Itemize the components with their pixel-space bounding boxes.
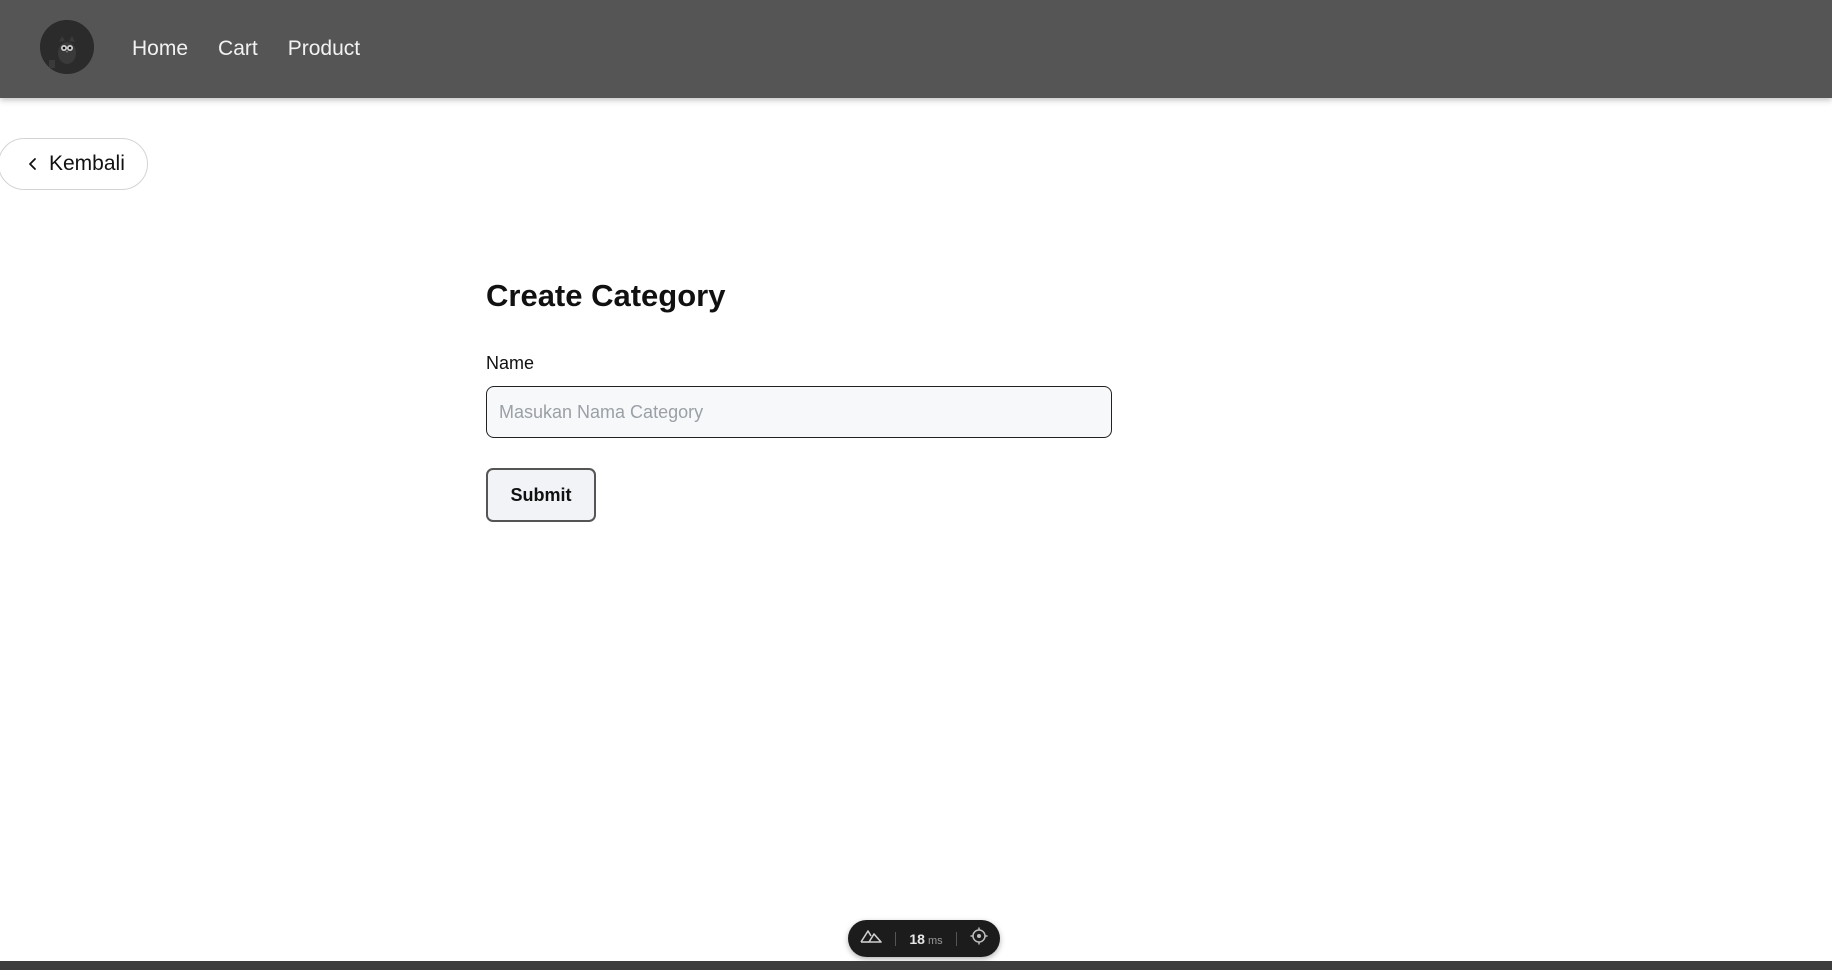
navbar: Home Cart Product	[0, 0, 1832, 98]
crosshair-icon[interactable]	[970, 927, 988, 950]
owl-logo-graphic	[40, 20, 94, 74]
timing-value: 18	[909, 930, 925, 947]
create-category-form: Create Category Name Submit	[486, 276, 1112, 522]
back-button-label: Kembali	[49, 152, 125, 175]
back-button[interactable]: Kembali	[0, 138, 148, 190]
devtools-toolbar: 18 ms	[848, 920, 1000, 957]
nav-link-cart[interactable]: Cart	[218, 37, 258, 61]
page-title: Create Category	[486, 278, 726, 313]
bottom-scroll-edge	[0, 961, 1832, 970]
devtools-separator	[895, 931, 897, 946]
timing-unit: ms	[927, 934, 943, 947]
name-field-label: Name	[486, 353, 535, 373]
submit-button[interactable]: Submit	[486, 468, 596, 522]
name-input[interactable]	[486, 386, 1112, 438]
chevron-left-icon	[27, 157, 39, 171]
nav-link-home[interactable]: Home	[132, 37, 188, 61]
nav-link-product[interactable]: Product	[288, 37, 360, 61]
main-nav: Home Cart Product	[132, 0, 360, 98]
devtools-separator	[955, 931, 957, 946]
page: Home Cart Product Kembali Create Categor…	[0, 0, 1832, 970]
render-timing[interactable]: 18 ms	[909, 931, 942, 947]
owl-avatar-icon[interactable]	[40, 20, 94, 74]
nuxt-logo-icon[interactable]	[860, 928, 882, 949]
